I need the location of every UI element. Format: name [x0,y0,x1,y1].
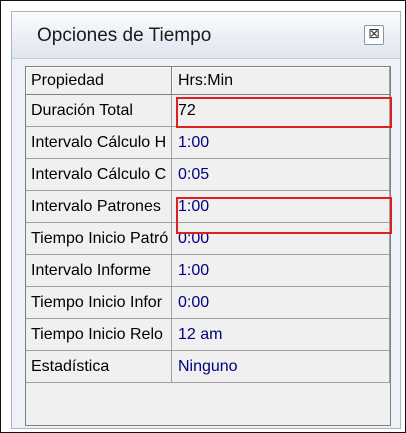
table-row[interactable]: Tiempo Inicio Infor 0:00 [26,286,390,319]
table-row[interactable]: Tiempo Inicio Relo 12 am [26,318,390,351]
property-name: Intervalo Cálculo H [26,126,172,159]
property-name: Intervalo Patrones [26,190,172,223]
table-row[interactable]: Intervalo Cálculo C 0:05 [26,158,390,191]
table-row[interactable]: Estadística Ninguno [26,350,390,383]
panel-title: Opciones de Tiempo [37,25,212,46]
table-row[interactable]: Intervalo Cálculo H 1:00 [26,126,390,159]
property-name: Intervalo Informe [26,254,172,287]
property-value[interactable]: 1:00 [171,254,390,287]
close-icon: ⊠ [368,26,380,42]
grid-header-row: Propiedad Hrs:Min [26,67,390,95]
property-value[interactable]: 0:05 [171,158,390,191]
close-button[interactable]: ⊠ [364,25,384,45]
property-name: Tiempo Inicio Infor [26,286,172,319]
highlight-duracion-total [176,97,392,128]
header-value: Hrs:Min [171,67,390,95]
property-value[interactable]: 1:00 [171,126,390,159]
property-name: Intervalo Cálculo C [26,158,172,191]
property-value[interactable]: 0:00 [171,286,390,319]
property-name: Tiempo Inicio Patró [26,222,172,255]
title-bar: Opciones de Tiempo ⊠ [12,12,400,59]
property-name: Estadística [26,350,172,383]
table-row[interactable]: Intervalo Informe 1:00 [26,254,390,287]
highlight-intervalo-patrones [176,197,392,234]
property-value[interactable]: 12 am [171,318,390,351]
header-property: Propiedad [26,67,172,95]
property-name: Duración Total [26,94,172,127]
property-value[interactable]: Ninguno [171,350,390,383]
property-name: Tiempo Inicio Relo [26,318,172,351]
